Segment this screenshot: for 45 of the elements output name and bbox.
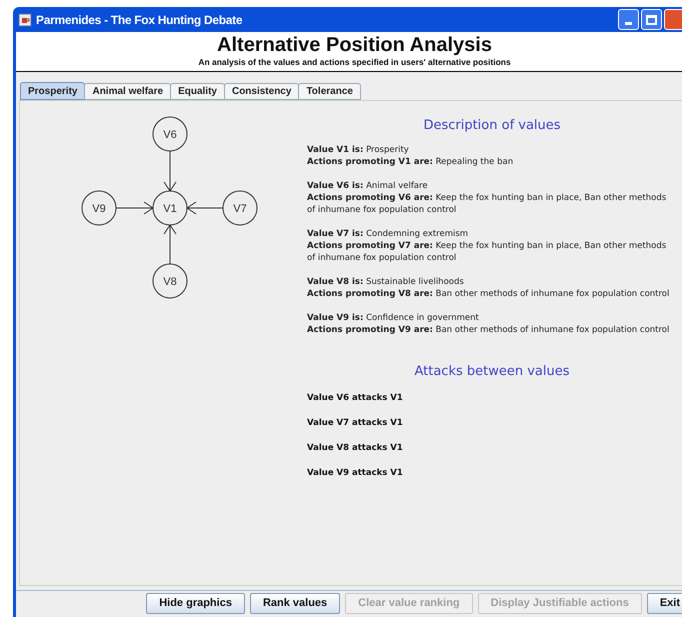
value-description: Value V7 is: Condemning extremism (307, 228, 470, 240)
actions-description: Actions promoting V1 are: Repealing the ban (307, 156, 514, 168)
value-node (152, 264, 188, 298)
value-node (152, 116, 188, 152)
tab[interactable]: Equality (170, 83, 225, 100)
actions-description: Actions promoting V9 are: Ban other methods of inhumane fox population control (307, 324, 670, 336)
action-button[interactable]: Rank values (250, 593, 340, 614)
actions-description: Actions promoting V7 are: Keep the fox hunting ban in place, Ban other methods of inhumane fox population control (307, 240, 668, 264)
page-subtitle: An analysis of the values and actions specified in users' alternative positions (198, 57, 511, 68)
node-label: V7 (233, 203, 247, 215)
value-description: Value V6 is: Animal velfare (307, 180, 429, 192)
node-label: V8 (163, 276, 177, 288)
value-description: Value V9 is: Confidence in government (307, 312, 480, 324)
maximize-button[interactable] (641, 9, 662, 30)
value-description: Value V8 is: Sustainable livelihoods (307, 276, 465, 288)
tab[interactable]: Tolerance (298, 83, 361, 100)
attack-statement: Value V9 attacks V1 (307, 467, 404, 479)
node-label: V9 (92, 203, 106, 215)
close-button[interactable] (664, 9, 682, 30)
attack-statement: Value V7 attacks V1 (307, 417, 404, 429)
value-node (222, 190, 258, 226)
page-title: Alternative Position Analysis (217, 33, 492, 57)
actions-description: Actions promoting V6 are: Keep the fox hunting ban in place, Ban other methods of inhumane fox population control (307, 192, 668, 216)
attack-arrow (164, 224, 176, 264)
section-heading: Attacks between values (413, 364, 571, 380)
attack-statement: Value V8 attacks V1 (307, 442, 404, 454)
attack-arrow (116, 202, 154, 214)
minimize-button[interactable] (618, 9, 639, 30)
section-heading: Description of values (422, 118, 562, 134)
attack-arrow (186, 202, 224, 214)
value-node (152, 190, 188, 226)
node-label: V1 (163, 203, 177, 215)
actions-description: Actions promoting V8 are: Ban other methods of inhumane fox population control (307, 288, 670, 300)
node-label: V6 (163, 129, 177, 141)
action-button[interactable]: Exit (646, 593, 682, 614)
tab[interactable]: Consistency (224, 83, 300, 100)
cup-icon (18, 12, 32, 26)
tab[interactable]: Animal welfare (84, 83, 172, 100)
tab[interactable]: Prosperity (20, 82, 86, 100)
attack-statement: Value V6 attacks V1 (307, 392, 404, 404)
value-node (82, 190, 116, 226)
window-title: Parmenides - The Fox Hunting Debate (36, 12, 242, 28)
action-button[interactable]: Hide graphics (146, 593, 245, 614)
attack-arrow (164, 150, 176, 192)
value-description: Value V1 is: Prosperity (307, 144, 410, 156)
